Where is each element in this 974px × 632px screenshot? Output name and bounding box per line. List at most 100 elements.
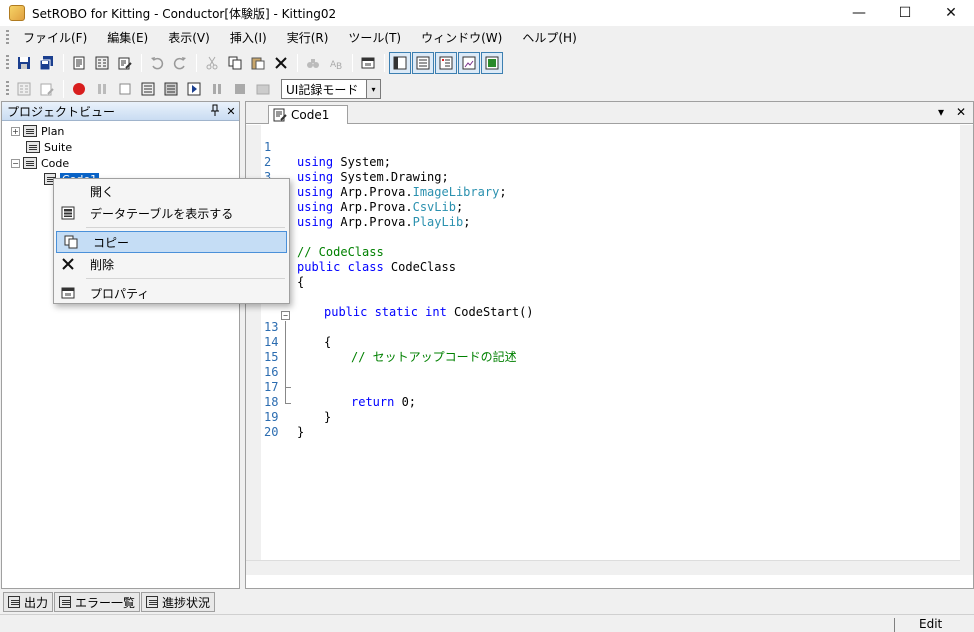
save-button[interactable] [13,52,35,74]
tab-list-button[interactable]: ▾ [938,105,944,119]
menubar-grip[interactable] [6,30,9,46]
output-view-toggle[interactable] [412,52,434,74]
code-line: 15 [246,335,289,364]
ctx-delete[interactable]: 削除 [54,253,289,275]
stop-record-button[interactable] [114,78,136,100]
redo-icon [173,57,186,70]
error-list-icon [59,596,72,608]
tab-label: 進捗状況 [162,595,211,610]
code-token: using [297,215,334,229]
collapse-icon[interactable]: − [11,158,20,168]
copy-icon [228,56,242,70]
code-text-area[interactable]: 1 using System; 2 using System.Drawing; … [246,125,961,575]
code-token: { [324,335,332,349]
code-edit-icon [118,57,132,70]
save-all-button[interactable] [36,52,58,74]
copy-button[interactable] [224,52,246,74]
tab-error-list[interactable]: エラー一覧 [54,592,141,612]
tab-close-button[interactable]: ✕ [956,105,966,119]
tab-label: 出力 [24,595,49,610]
run-selected-button[interactable] [160,78,182,100]
code-token: System.Drawing; [333,170,449,184]
cut-button[interactable] [201,52,223,74]
pause-button[interactable] [206,78,228,100]
code-folder-icon [23,157,37,169]
mode-select[interactable]: UI記録モード ▾ [281,79,381,99]
redo-button[interactable] [169,52,191,74]
code-file-icon [273,108,287,122]
menu-insert[interactable]: 挿入(I) [220,27,277,49]
expand-icon[interactable]: + [11,126,20,136]
toolbar-separator [384,54,385,72]
play-button[interactable] [183,78,205,100]
ctx-properties[interactable]: プロパティ [54,282,289,304]
ctx-item-label: データテーブルを表示する [90,206,234,221]
progress-view-toggle[interactable] [481,52,503,74]
tab-output[interactable]: 出力 [3,592,54,612]
pane-close-button[interactable]: ✕ [223,105,239,118]
close-button[interactable]: ✕ [928,0,974,26]
properties-button[interactable] [357,52,379,74]
new-code-button[interactable] [114,52,136,74]
paste-icon [251,57,265,70]
toolbar-separator [196,54,197,72]
output-icon [8,596,20,608]
toolbar-grip[interactable] [6,81,9,97]
menu-view[interactable]: 表示(V) [158,27,220,49]
status-bar: Edit [0,614,974,632]
pause-record-button[interactable] [91,78,113,100]
horizontal-scrollbar[interactable] [246,560,961,575]
new-plan-button[interactable] [68,52,90,74]
code-line: 19 } [246,395,304,439]
maximize-button[interactable]: ☐ [882,0,928,26]
ctx-copy[interactable]: コピー [56,231,287,253]
toolbar-separator [352,54,353,72]
code-token: using [297,200,334,214]
menu-tools[interactable]: ツール(T) [338,27,411,49]
panel-icon [393,56,407,70]
stop-button[interactable] [229,78,251,100]
code-token: { [297,275,305,289]
menu-edit[interactable]: 編集(E) [97,27,158,49]
delete-button[interactable] [270,52,292,74]
context-menu: 開く データテーブルを表示する コピー 削除 プロパティ [53,178,290,304]
code-line: 20 [246,410,289,439]
record-button[interactable] [68,78,90,100]
rebuild-button[interactable] [36,78,58,100]
error-list-toggle[interactable] [435,52,457,74]
tree-item-suite[interactable]: Suite [2,139,239,155]
replace-button[interactable]: AB [325,52,347,74]
toolbar-grip[interactable] [6,55,9,71]
menu-file[interactable]: ファイル(F) [13,27,97,49]
chevron-down-icon[interactable]: ▾ [366,80,380,98]
tab-progress[interactable]: 進捗状況 [141,592,216,612]
tree-item-code[interactable]: − Code [2,155,239,171]
pause-icon [98,84,106,94]
menu-run[interactable]: 実行(R) [277,27,339,49]
undo-button[interactable] [146,52,168,74]
menu-window[interactable]: ウィンドウ(W) [411,27,512,49]
ctx-show-datatable[interactable]: データテーブルを表示する [54,202,289,224]
code-line: 17 return 0; [246,365,416,409]
ctx-open[interactable]: 開く [54,180,289,202]
code-token: } [324,410,332,424]
image-view-toggle[interactable] [458,52,480,74]
run-selected-icon [164,82,178,96]
screenshot-button[interactable] [252,78,274,100]
new-suite-button[interactable] [91,52,113,74]
find-button[interactable] [302,52,324,74]
run-all-button[interactable] [137,78,159,100]
build-button[interactable] [13,78,35,100]
paste-button[interactable] [247,52,269,74]
vertical-scrollbar[interactable] [960,125,973,575]
pin-icon[interactable] [207,104,223,119]
code-line: 16 [246,350,289,379]
plan-icon [23,125,37,137]
menu-help[interactable]: ヘルプ(H) [512,27,586,49]
tab-code1[interactable]: Code1 [268,105,348,124]
minimize-button[interactable]: — [836,0,882,26]
fold-toggle-icon[interactable]: − [281,311,290,320]
code-token: PlayLib [412,215,464,229]
project-view-toggle[interactable] [389,52,411,74]
tree-item-plan[interactable]: + Plan [2,123,239,139]
